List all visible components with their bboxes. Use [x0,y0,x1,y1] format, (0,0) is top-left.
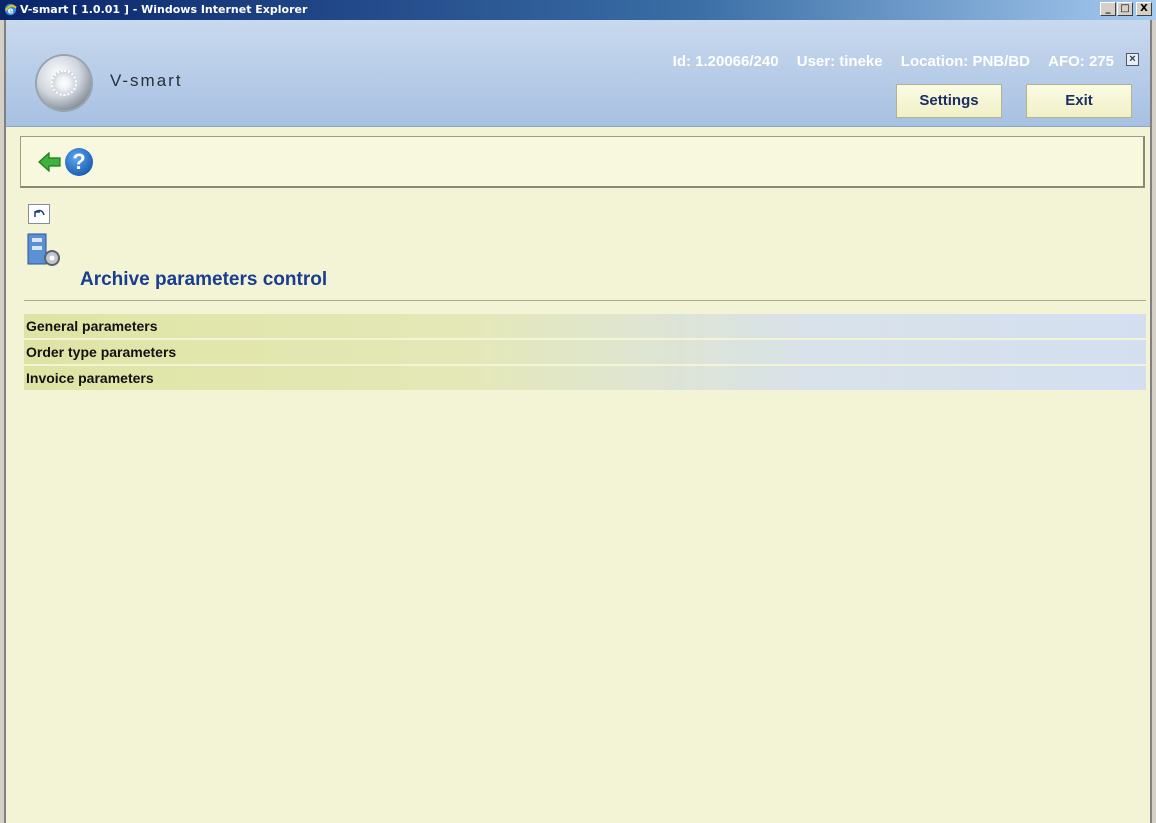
exit-button[interactable]: Exit [1026,84,1132,118]
toolbar: ? [20,136,1145,188]
app-header: V-smart Id: 1.20066/240 User: tineke Loc… [6,20,1150,127]
app-frame: V-smart Id: 1.20066/240 User: tineke Loc… [4,20,1152,823]
parameter-row-invoice[interactable]: Invoice parameters [24,366,1146,390]
maximize-button[interactable]: □ [1117,2,1133,16]
window-titlebar: e V-smart [ 1.0.01 ] - Windows Internet … [0,0,1156,20]
undo-button[interactable] [28,204,50,224]
id-text: Id: 1.20066/240 [672,53,779,70]
svg-text:e: e [8,5,14,15]
page-title: Archive parameters control [80,269,328,290]
vsmart-logo-icon [37,56,91,110]
session-info: Id: 1.20066/240 User: tineke Location: P… [659,53,1114,70]
settings-button[interactable]: Settings [896,84,1002,118]
help-icon[interactable]: ? [65,148,93,176]
title-divider [24,300,1146,301]
ie-icon: e [4,3,17,15]
undo-arrow-icon [34,209,45,217]
archive-settings-icon [27,233,60,266]
location-text: Location: PNB/BD [900,53,1030,70]
close-window-button[interactable]: X [1136,2,1152,16]
logo-inner [51,70,77,96]
minimize-button[interactable]: _ [1100,2,1116,16]
parameter-row-order-type[interactable]: Order type parameters [24,340,1146,364]
afo-text: AFO: 275 [1048,53,1114,70]
logo-text: V-smart [110,71,183,90]
user-text: User: tineke [796,53,883,70]
parameter-row-general[interactable]: General parameters [24,314,1146,338]
window-title: V-smart [ 1.0.01 ] - Windows Internet Ex… [20,3,308,16]
close-session-icon[interactable]: × [1126,53,1139,66]
back-arrow-icon[interactable] [37,149,63,175]
